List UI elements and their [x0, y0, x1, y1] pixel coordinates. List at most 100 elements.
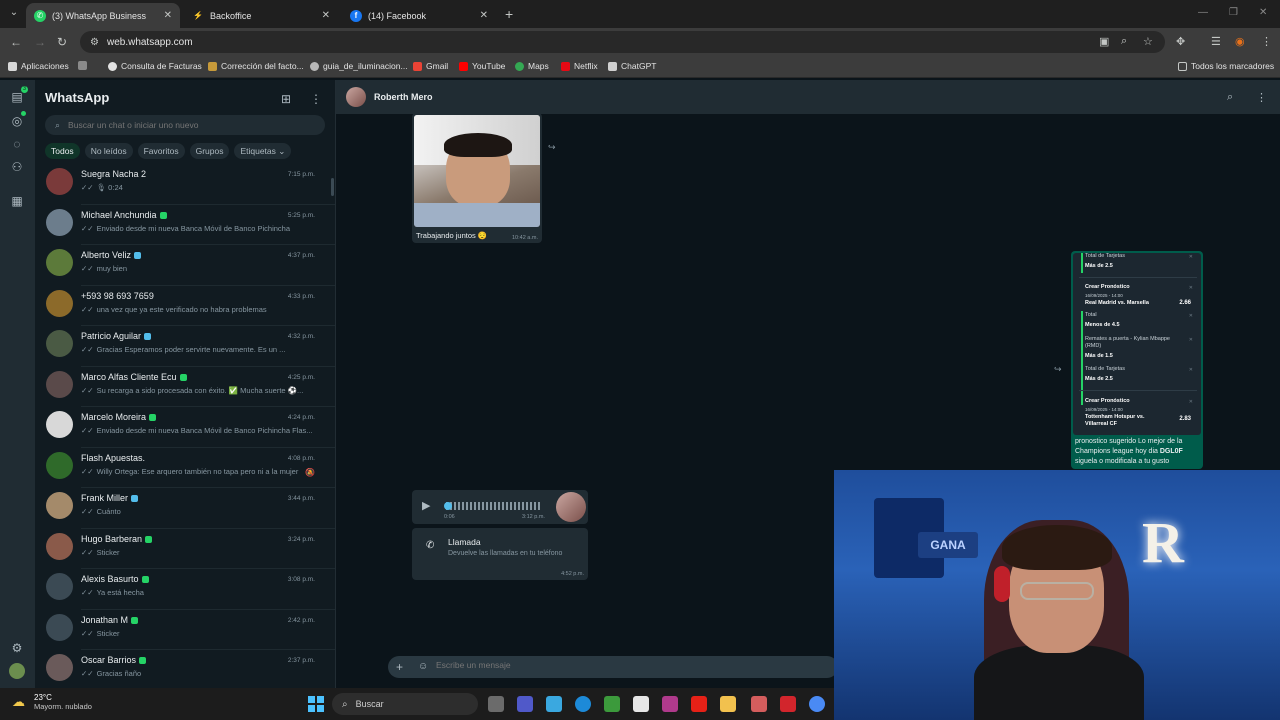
chat-avatar[interactable] — [46, 613, 73, 641]
filter-no-leidos[interactable]: No leídos — [84, 143, 133, 159]
chat-avatar[interactable] — [46, 451, 73, 479]
filter-grupos[interactable]: Grupos — [189, 143, 230, 159]
taskbar-search[interactable]: ⌕ Buscar — [332, 693, 478, 715]
chat-row[interactable]: Marcelo Moreira 4:24 p.m. ✓✓ Enviado desde … — [35, 407, 335, 448]
task-view-icon[interactable] — [488, 696, 504, 712]
store-icon[interactable] — [633, 696, 649, 712]
prediction-message[interactable]: Total de Tarjetas Más de 2.5 Crear Pronó… — [1071, 251, 1203, 469]
app-icon[interactable] — [751, 696, 767, 712]
edge-icon[interactable] — [575, 696, 591, 712]
forward-icon[interactable]: ↪ — [548, 142, 556, 153]
audio-waveform[interactable] — [446, 502, 542, 510]
message-input[interactable] — [436, 660, 816, 670]
menu-icon[interactable]: ⋮ — [310, 92, 322, 106]
chat-row[interactable]: Michael Anchundia 5:25 p.m. ✓✓ Enviado desd… — [35, 205, 335, 245]
site-info-icon[interactable]: ⚙ — [90, 37, 99, 48]
chat-search[interactable]: ⌕ — [45, 115, 325, 135]
bookmark-grid[interactable] — [78, 61, 91, 70]
chat-row[interactable]: Marco Alfas Cliente Ecu 4:25 p.m. ✓✓ Su rec… — [35, 367, 335, 407]
close-icon[interactable]: ✕ — [480, 10, 488, 21]
chat-list-scrollbar[interactable] — [331, 178, 334, 196]
instagram-icon[interactable] — [662, 696, 678, 712]
chat-avatar[interactable] — [46, 208, 73, 236]
youtube-icon[interactable] — [691, 696, 707, 712]
emoji-icon[interactable]: ☺ — [418, 661, 428, 672]
contact-name[interactable]: Roberth Mero — [374, 92, 433, 102]
audio-scrubber[interactable] — [444, 502, 452, 510]
app-icon[interactable] — [780, 696, 796, 712]
voice-message[interactable]: ▶ 0:06 3:12 p.m. — [412, 490, 588, 524]
bookmark-correccion[interactable]: Corrección del facto... — [208, 61, 304, 71]
bookmark-chatgpt[interactable]: ChatGPT — [608, 61, 656, 71]
image-message[interactable]: Trabajando juntos 😌 10:42 a.m. — [412, 113, 542, 243]
new-tab-button[interactable]: + — [505, 6, 513, 22]
chat-row[interactable]: Alexis Basurto 3:08 p.m. ✓✓ Ya está hecha — [35, 569, 335, 610]
contact-avatar[interactable] — [346, 87, 366, 107]
filter-etiquetas[interactable]: Etiquetas ⌄ — [234, 143, 292, 159]
chat-row[interactable]: Patricio Aguilar 4:32 p.m. ✓✓ Gracias Esper… — [35, 326, 335, 367]
chat-avatar[interactable] — [46, 492, 73, 519]
address-bar[interactable]: ⚙ web.whatsapp.com — [80, 31, 1165, 53]
chat-avatar[interactable] — [46, 289, 73, 317]
cast-icon[interactable]: ▣ — [1099, 35, 1109, 48]
windows-start-icon[interactable] — [308, 696, 324, 712]
forward-button[interactable]: → — [34, 35, 46, 49]
chat-row[interactable]: Frank Miller 3:44 p.m. ✓✓ Cuánto — [35, 488, 335, 529]
chat-avatar[interactable] — [46, 330, 73, 357]
chat-avatar[interactable] — [46, 654, 73, 681]
chat-row[interactable]: Hugo Barberan 3:24 p.m. ✓✓ Sticker — [35, 529, 335, 569]
extensions-icon[interactable]: ✥ — [1176, 35, 1185, 48]
chat-avatar[interactable] — [46, 168, 73, 195]
chat-avatar[interactable] — [46, 249, 73, 276]
maximize-button[interactable]: ❐ — [1229, 7, 1238, 18]
filter-todos[interactable]: Todos — [45, 143, 80, 159]
all-bookmarks[interactable]: Todos los marcadores — [1178, 61, 1274, 71]
communities-icon[interactable]: ⚇ — [10, 160, 24, 174]
chat-row[interactable]: Alberto Veliz 4:37 p.m. ✓✓ muy bien — [35, 245, 335, 286]
attach-plus-icon[interactable]: + — [396, 660, 403, 674]
chat-row[interactable]: Oscar Barrios 2:37 p.m. ✓✓ Gracias ñaño — [35, 650, 335, 688]
close-window-button[interactable]: ✕ — [1259, 7, 1267, 18]
close-icon[interactable]: ✕ — [322, 10, 330, 21]
bookmark-gmail[interactable]: Gmail — [413, 61, 448, 71]
tab-whatsapp[interactable]: ✆ (3) WhatsApp Business ✕ — [26, 3, 180, 28]
bookmark-star-icon[interactable]: ☆ — [1143, 35, 1153, 48]
xbox-icon[interactable] — [604, 696, 620, 712]
bookmark-guia-iluminacion[interactable]: guia_de_iluminacion... — [310, 61, 408, 71]
weather-widget[interactable]: ☁ 23°C Mayorm. nublado — [12, 693, 92, 711]
bookmark-maps[interactable]: Maps — [515, 61, 549, 71]
menu-icon[interactable]: ⋮ — [1256, 91, 1267, 104]
chrome-icon[interactable] — [809, 696, 825, 712]
catalog-icon[interactable]: ▦ — [10, 194, 24, 208]
back-button[interactable]: ← — [10, 35, 22, 49]
tab-backoffice[interactable]: ⚡ Backoffice ✕ — [184, 3, 338, 28]
bookmark-youtube[interactable]: YouTube — [459, 61, 505, 71]
profile-avatar[interactable] — [9, 663, 25, 679]
tab-facebook[interactable]: f (14) Facebook ✕ — [342, 3, 496, 28]
chat-row[interactable]: Flash Apuestas. 4:08 p.m. ✓✓ Willy Ortega: … — [35, 448, 335, 488]
new-chat-icon[interactable]: ⊞ — [281, 92, 291, 106]
minimize-button[interactable]: — — [1198, 7, 1208, 18]
play-icon[interactable]: ▶ — [422, 499, 430, 512]
reading-list-icon[interactable]: ☰ — [1211, 35, 1221, 48]
copilot-icon[interactable] — [546, 696, 562, 712]
profile-icon[interactable]: ◉ — [1235, 35, 1245, 48]
conversation-header[interactable]: Roberth Mero ⌕ ⋮ — [336, 80, 1280, 114]
prediction-screenshot[interactable]: Total de Tarjetas Más de 2.5 Crear Pronó… — [1073, 253, 1201, 435]
chat-row[interactable]: Jonathan M 2:42 p.m. ✓✓ Sticker — [35, 610, 335, 650]
filter-favoritos[interactable]: Favoritos — [137, 143, 185, 159]
forward-icon[interactable]: ↪ — [1054, 364, 1062, 375]
chat-avatar[interactable] — [46, 573, 73, 600]
bookmark-aplicaciones[interactable]: Aplicaciones — [8, 61, 69, 71]
chat-avatar[interactable] — [46, 532, 73, 560]
bookmark-consulta-facturas[interactable]: Consulta de Facturas — [108, 61, 202, 71]
status-icon[interactable]: ◎ — [10, 114, 24, 128]
chat-row[interactable]: Suegra Nacha 2 7:15 p.m. ✓✓ 🎙 0:24 — [35, 164, 335, 205]
channels-icon[interactable]: ◌ — [10, 137, 24, 151]
browser-menu-icon[interactable]: ⋮ — [1261, 35, 1272, 48]
chat-avatar[interactable] — [46, 411, 73, 438]
chat-row[interactable]: +593 98 693 7659 4:33 p.m. ✓✓ una vez que y… — [35, 286, 335, 326]
tab-search-icon[interactable]: ⌄ — [6, 5, 22, 21]
photo-thumbnail[interactable] — [414, 115, 540, 227]
teams-icon[interactable] — [517, 696, 533, 712]
